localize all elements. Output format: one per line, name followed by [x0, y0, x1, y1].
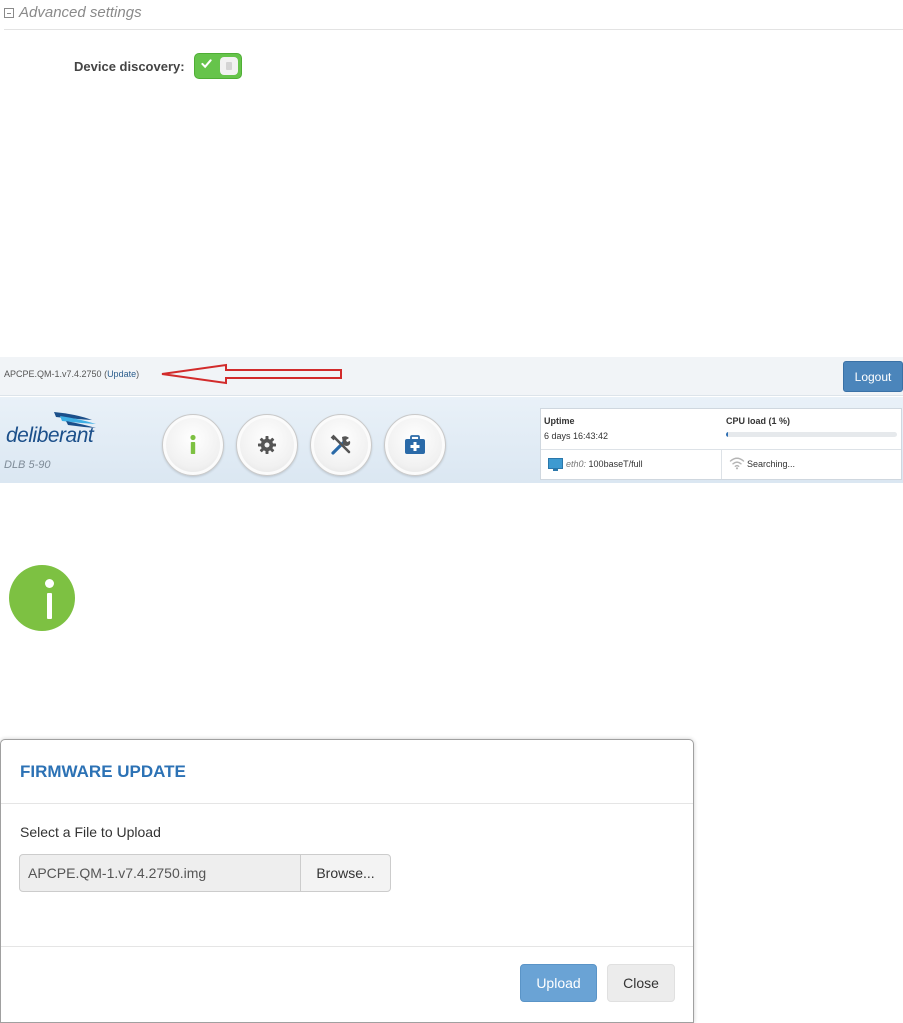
nav-tools-button[interactable]: [310, 414, 372, 476]
gear-icon: [258, 436, 276, 454]
dialog-footer-divider: [1, 946, 693, 947]
toggle-knob: [220, 57, 238, 75]
ethernet-icon: [548, 458, 563, 471]
dialog-title: FIRMWARE UPDATE: [20, 762, 186, 781]
firmware-version-line: APCPE.QM-1.v7.4.2750 (Update): [4, 369, 139, 379]
cpu-load-fill: [726, 432, 728, 437]
logout-button[interactable]: Logout: [843, 361, 903, 392]
nav-settings-button[interactable]: [236, 414, 298, 476]
uptime-value: 6 days 16:43:42: [544, 431, 609, 441]
update-paren-close: ): [136, 369, 140, 379]
info-icon: [190, 434, 196, 454]
wifi-icon: [729, 457, 745, 470]
tools-icon: [330, 434, 351, 455]
divider: [4, 29, 903, 30]
uptime-label: Uptime: [544, 416, 575, 426]
check-icon: [201, 59, 212, 69]
ethernet-status: eth0: 100baseT/full: [566, 459, 643, 469]
nav-support-button[interactable]: [384, 414, 446, 476]
dialog-divider: [1, 803, 693, 804]
cpu-load-bar: [726, 432, 897, 437]
browse-button[interactable]: Browse...: [300, 854, 391, 892]
firmware-version: APCPE.QM-1.v7.4.2750: [4, 369, 102, 379]
ethernet-speed: 100baseT/full: [588, 459, 643, 469]
ethernet-interface: eth0:: [566, 459, 587, 469]
first-aid-icon: [405, 435, 425, 454]
collapse-icon[interactable]: [4, 7, 14, 18]
status-panel: [540, 408, 902, 480]
device-discovery-toggle[interactable]: [194, 53, 242, 79]
file-path-input[interactable]: [19, 854, 301, 892]
device-discovery-label: Device discovery:: [74, 59, 185, 74]
status-divider-vertical: [721, 450, 722, 479]
device-model: DLB 5-90: [4, 459, 51, 471]
brand-logo: deliberant: [6, 424, 94, 447]
close-button[interactable]: Close: [607, 964, 675, 1002]
info-large-icon: [9, 565, 75, 631]
info-bar: [47, 593, 52, 619]
advanced-settings-header[interactable]: Advanced settings: [4, 4, 142, 21]
cpu-load-label: CPU load (1 %): [726, 416, 791, 426]
file-select-label: Select a File to Upload: [20, 824, 161, 840]
annotation-arrow-icon: [161, 363, 342, 385]
nav-info-button[interactable]: [162, 414, 224, 476]
upload-button[interactable]: Upload: [520, 964, 597, 1002]
info-dot: [45, 579, 54, 588]
advanced-settings-title: Advanced settings: [19, 4, 142, 21]
wireless-status: Searching...: [747, 459, 796, 469]
update-link[interactable]: Update: [107, 369, 136, 379]
